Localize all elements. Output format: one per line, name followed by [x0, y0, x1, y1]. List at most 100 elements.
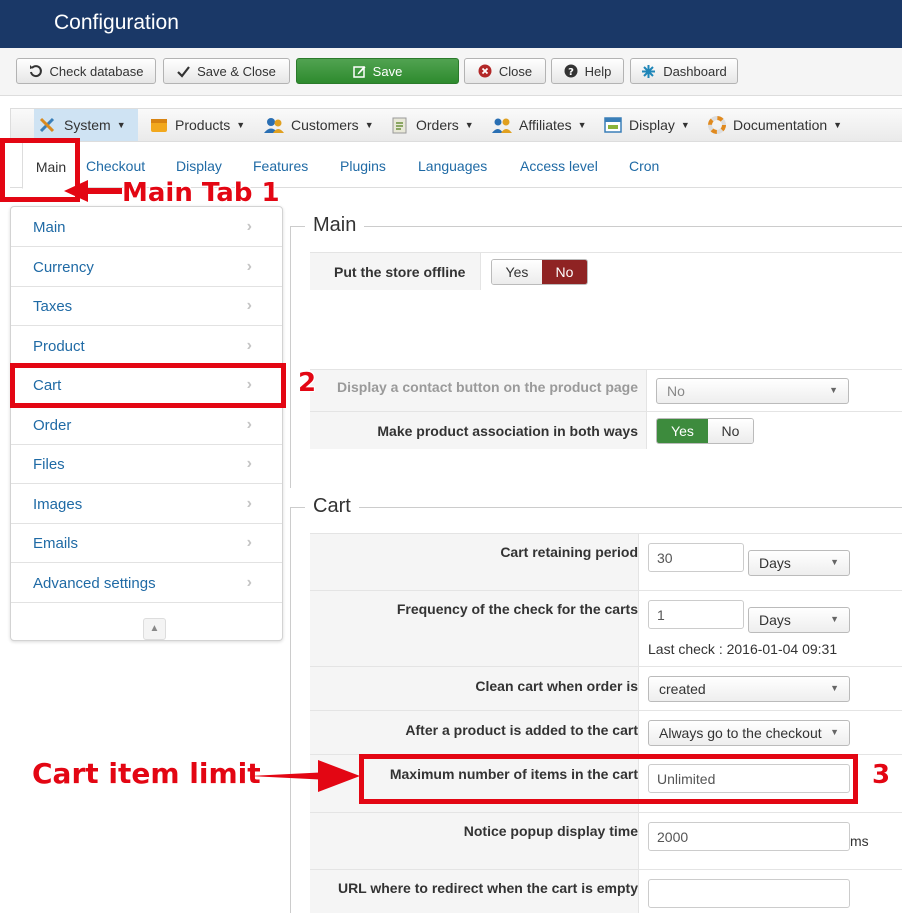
tab-display[interactable]: Display — [176, 158, 222, 174]
association-toggle[interactable]: Yes No — [656, 418, 754, 444]
menu-display[interactable]: Display ▼ — [599, 109, 694, 141]
row-store-offline: Put the store offline Yes No — [310, 252, 902, 290]
retaining-input[interactable]: 30 — [648, 543, 744, 572]
store-offline-value: Yes No — [480, 253, 902, 290]
chevron-right-icon: › — [246, 455, 252, 472]
menu-system-label: System — [64, 117, 111, 133]
association-value: Yes No — [646, 412, 902, 449]
popup-time-value: 2000 ms — [638, 813, 902, 869]
row-clean-cart: Clean cart when order is created ▼ — [310, 666, 902, 710]
nav-item-taxes[interactable]: Taxes › — [11, 286, 282, 326]
tab-languages[interactable]: Languages — [418, 158, 487, 174]
clean-cart-selected: created — [659, 681, 706, 697]
menu-system[interactable]: System ▼ — [34, 109, 138, 141]
save-close-button[interactable]: Save & Close — [163, 58, 290, 84]
annotation-arrow-icon — [250, 760, 360, 792]
nav-item-label: Currency — [33, 259, 94, 276]
chevron-down-icon: ▼ — [116, 120, 126, 130]
store-offline-label: Put the store offline — [334, 264, 466, 280]
nav-item-images[interactable]: Images › — [11, 484, 282, 524]
menu-display-label: Display — [629, 117, 675, 133]
nav-item-emails[interactable]: Emails › — [11, 523, 282, 563]
annotation-arrow-icon — [64, 180, 122, 202]
help-button[interactable]: ? Help — [551, 58, 624, 84]
save-button[interactable]: Save — [296, 58, 459, 84]
contact-button-label: Display a contact button on the product … — [336, 379, 638, 395]
chevron-down-icon: ▼ — [464, 120, 474, 130]
popup-time-input[interactable]: 2000 — [648, 822, 850, 851]
products-icon — [151, 119, 167, 132]
check-database-button[interactable]: Check database — [16, 58, 156, 84]
frequency-input[interactable]: 1 — [648, 600, 744, 629]
chevron-right-icon: › — [246, 574, 252, 591]
nav-item-label: Taxes — [33, 298, 73, 315]
tab-checkout[interactable]: Checkout — [86, 158, 145, 174]
nav-item-product[interactable]: Product › — [11, 326, 282, 366]
nav-item-label: Emails — [33, 535, 79, 552]
tab-cron[interactable]: Cron — [629, 158, 659, 174]
after-add-selected: Always go to the checkout — [659, 725, 822, 741]
orders-icon — [392, 117, 407, 134]
dashboard-icon — [642, 64, 656, 78]
clean-cart-select[interactable]: created ▼ — [648, 676, 850, 702]
menu-customers[interactable]: Customers ▼ — [259, 109, 378, 141]
annotation-step-2: 2 — [298, 368, 317, 398]
chevron-down-icon: ▼ — [830, 614, 839, 624]
redirect-url-value — [638, 870, 902, 913]
dashboard-button[interactable]: Dashboard — [630, 58, 738, 84]
collapse-icon[interactable]: ▲ — [143, 618, 166, 640]
customers-icon — [264, 118, 284, 133]
refresh-icon — [29, 65, 42, 78]
nav-item-label: Main — [33, 219, 66, 236]
popup-time-unit: ms — [850, 833, 869, 849]
annotation-main-tab: Main Tab 1 — [122, 178, 280, 208]
frequency-unit-select[interactable]: Days ▼ — [748, 607, 850, 633]
nav-item-order[interactable]: Order › — [11, 405, 282, 445]
chevron-right-icon: › — [246, 258, 252, 275]
chevron-right-icon: › — [246, 416, 252, 433]
toolbar: Check database Save & Close Save Close ?… — [0, 48, 902, 96]
cart-legend: Cart — [305, 495, 359, 518]
after-add-value: Always go to the checkout ▼ — [638, 711, 902, 754]
nav-item-files[interactable]: Files › — [11, 444, 282, 484]
nav-item-currency[interactable]: Currency › — [11, 247, 282, 287]
chevron-down-icon: ▼ — [577, 120, 587, 130]
main-menu: System ▼ Products ▼ Customers ▼ Orders ▼ Aff… — [10, 108, 902, 142]
close-button[interactable]: Close — [464, 58, 546, 84]
retaining-label: Cart retaining period — [500, 544, 638, 560]
chevron-down-icon: ▼ — [364, 120, 374, 130]
page-title: Configuration — [54, 11, 179, 34]
clean-cart-value: created ▼ — [638, 667, 902, 710]
help-label: Help — [584, 63, 612, 79]
store-offline-toggle[interactable]: Yes No — [491, 259, 588, 285]
affiliates-icon — [492, 118, 512, 133]
nav-item-label: Advanced settings — [33, 575, 156, 592]
dashboard-label: Dashboard — [663, 63, 727, 79]
annotation-box-max-items — [359, 754, 858, 804]
redirect-url-input[interactable] — [648, 879, 850, 908]
after-add-select[interactable]: Always go to the checkout ▼ — [648, 720, 850, 746]
frequency-value: 1 Days ▼ Last check : 2016-01-04 09:31 — [638, 591, 902, 666]
nav-item-main[interactable]: Main › — [11, 207, 282, 247]
retaining-unit-select[interactable]: Days ▼ — [748, 550, 850, 576]
row-frequency: Frequency of the check for the carts 1 D… — [310, 590, 902, 666]
chevron-right-icon: › — [246, 218, 252, 235]
contact-button-select[interactable]: No ▼ — [656, 378, 849, 404]
menu-affiliates[interactable]: Affiliates ▼ — [487, 109, 591, 141]
menu-orders[interactable]: Orders ▼ — [386, 109, 478, 141]
menu-products[interactable]: Products ▼ — [145, 109, 249, 141]
contact-button-selected: No — [667, 383, 685, 399]
association-yes[interactable]: Yes — [657, 419, 708, 443]
row-redirect-url: URL where to redirect when the cart is e… — [310, 869, 902, 913]
retaining-unit-selected: Days — [759, 555, 791, 571]
association-no[interactable]: No — [707, 419, 753, 443]
tab-features[interactable]: Features — [253, 158, 308, 174]
tab-access-level[interactable]: Access level — [520, 158, 598, 174]
annotation-step-3: 3 — [872, 760, 891, 790]
menu-documentation[interactable]: Documentation ▼ — [703, 109, 846, 141]
tab-plugins[interactable]: Plugins — [340, 158, 386, 174]
nav-item-advanced-settings[interactable]: Advanced settings › — [11, 563, 282, 603]
store-offline-no[interactable]: No — [541, 260, 587, 284]
menu-customers-label: Customers — [291, 117, 359, 133]
store-offline-yes[interactable]: Yes — [492, 260, 542, 284]
